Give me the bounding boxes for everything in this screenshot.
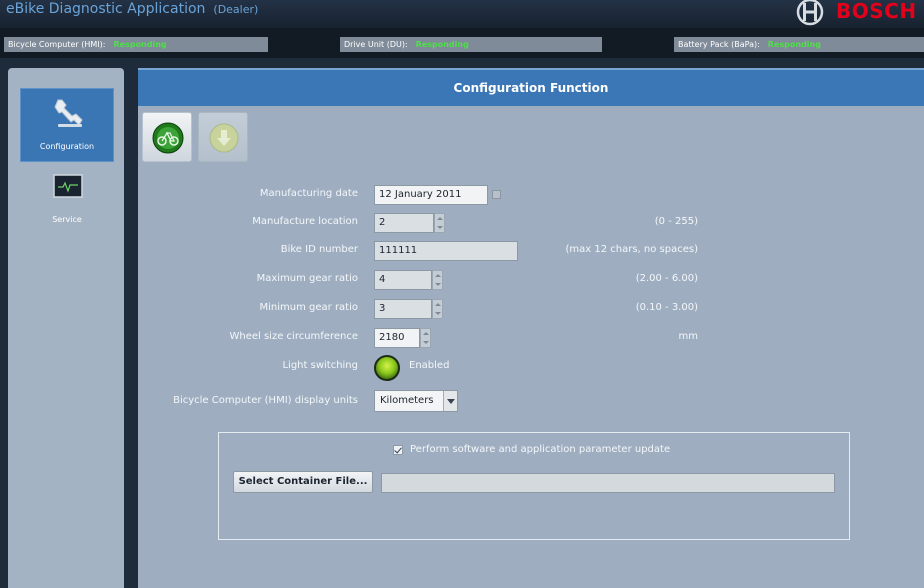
status-bapa-label: Battery Pack (BaPa): [678,40,760,49]
max-gear-ratio-hint: (2.00 - 6.00) [635,273,698,284]
bike-id-hint: (max 12 chars, no spaces) [565,244,699,255]
max-gear-ratio-spinner[interactable] [432,270,443,290]
container-file-path-field[interactable] [381,473,835,493]
manufacturing-date-label: Manufacturing date [259,188,358,199]
display-units-select[interactable]: Kilometers [374,390,458,412]
manufacture-location-label: Manufacture location [252,216,358,227]
sidebar: Configuration Service [8,68,124,588]
bike-id-label: Bike ID number [280,244,358,255]
status-battery: Battery Pack (BaPa): Responding [674,37,924,52]
perform-update-checkbox[interactable] [393,445,403,455]
min-gear-ratio-field[interactable]: 3 [374,299,432,319]
app-title-text: eBike Diagnostic Application [6,1,206,17]
light-switching-status: Enabled [409,360,450,371]
calendar-icon[interactable] [492,190,501,199]
display-units-value: Kilometers [380,395,434,406]
app-role: (Dealer) [213,3,259,16]
update-group: Perform software and application paramet… [218,432,850,540]
status-hmi-value: Responding [113,40,167,49]
download-button[interactable] [198,112,248,162]
connection-status-bar: Bicycle Computer (HMI): Responding Drive … [0,28,924,58]
sidebar-item-service[interactable]: Service [20,162,114,236]
configure-bike-button[interactable] [142,112,192,162]
sidebar-item-label: Service [52,215,82,224]
manufacture-location-spinner[interactable] [434,213,445,233]
select-container-file-button[interactable]: Select Container File... [233,471,373,493]
max-gear-ratio-label: Maximum gear ratio [256,273,358,284]
wheel-size-hint: mm [678,331,698,342]
light-switching-label: Light switching [282,360,358,371]
manufacture-location-hint: (0 - 255) [654,216,698,227]
status-hmi: Bicycle Computer (HMI): Responding [4,37,268,52]
wheel-size-spinner[interactable] [420,328,431,348]
status-du-label: Drive Unit (DU): [344,40,408,49]
status-hmi-label: Bicycle Computer (HMI): [8,40,106,49]
status-drive-unit: Drive Unit (DU): Responding [340,37,602,52]
light-switching-toggle[interactable] [374,355,400,381]
status-bapa-value: Responding [767,40,821,49]
min-gear-ratio-spinner[interactable] [432,299,443,319]
manufacture-location-field[interactable]: 2 [374,213,434,233]
app-title: eBike Diagnostic Application (Dealer) [6,1,258,17]
bosch-logo-icon [796,0,824,26]
manufacturing-date-field[interactable]: 12 January 2011 [374,185,488,205]
min-gear-ratio-hint: (0.10 - 3.00) [635,302,698,313]
monitor-icon [53,174,83,198]
bike-gear-icon [152,122,184,154]
max-gear-ratio-field[interactable]: 4 [374,270,432,290]
min-gear-ratio-label: Minimum gear ratio [259,302,359,313]
status-du-value: Responding [415,40,469,49]
wrench-icon [54,99,83,127]
bike-id-field[interactable]: 111111 [374,241,518,261]
display-units-label: Bicycle Computer (HMI) display units [173,395,358,406]
brand-wordmark: BOSCH [836,0,917,23]
sidebar-item-configuration[interactable]: Configuration [20,88,114,162]
configuration-panel: Configuration Function Manufacturing dat… [138,68,924,588]
download-icon [209,123,239,153]
panel-title: Configuration Function [138,68,924,106]
chevron-down-icon [443,391,457,411]
wheel-size-field[interactable]: 2180 [374,328,420,348]
sidebar-item-label: Configuration [39,142,95,151]
perform-update-label: Perform software and application paramet… [410,444,671,455]
title-bar: eBike Diagnostic Application (Dealer) BOS… [0,0,924,28]
wheel-size-label: Wheel size circumference [229,331,358,342]
